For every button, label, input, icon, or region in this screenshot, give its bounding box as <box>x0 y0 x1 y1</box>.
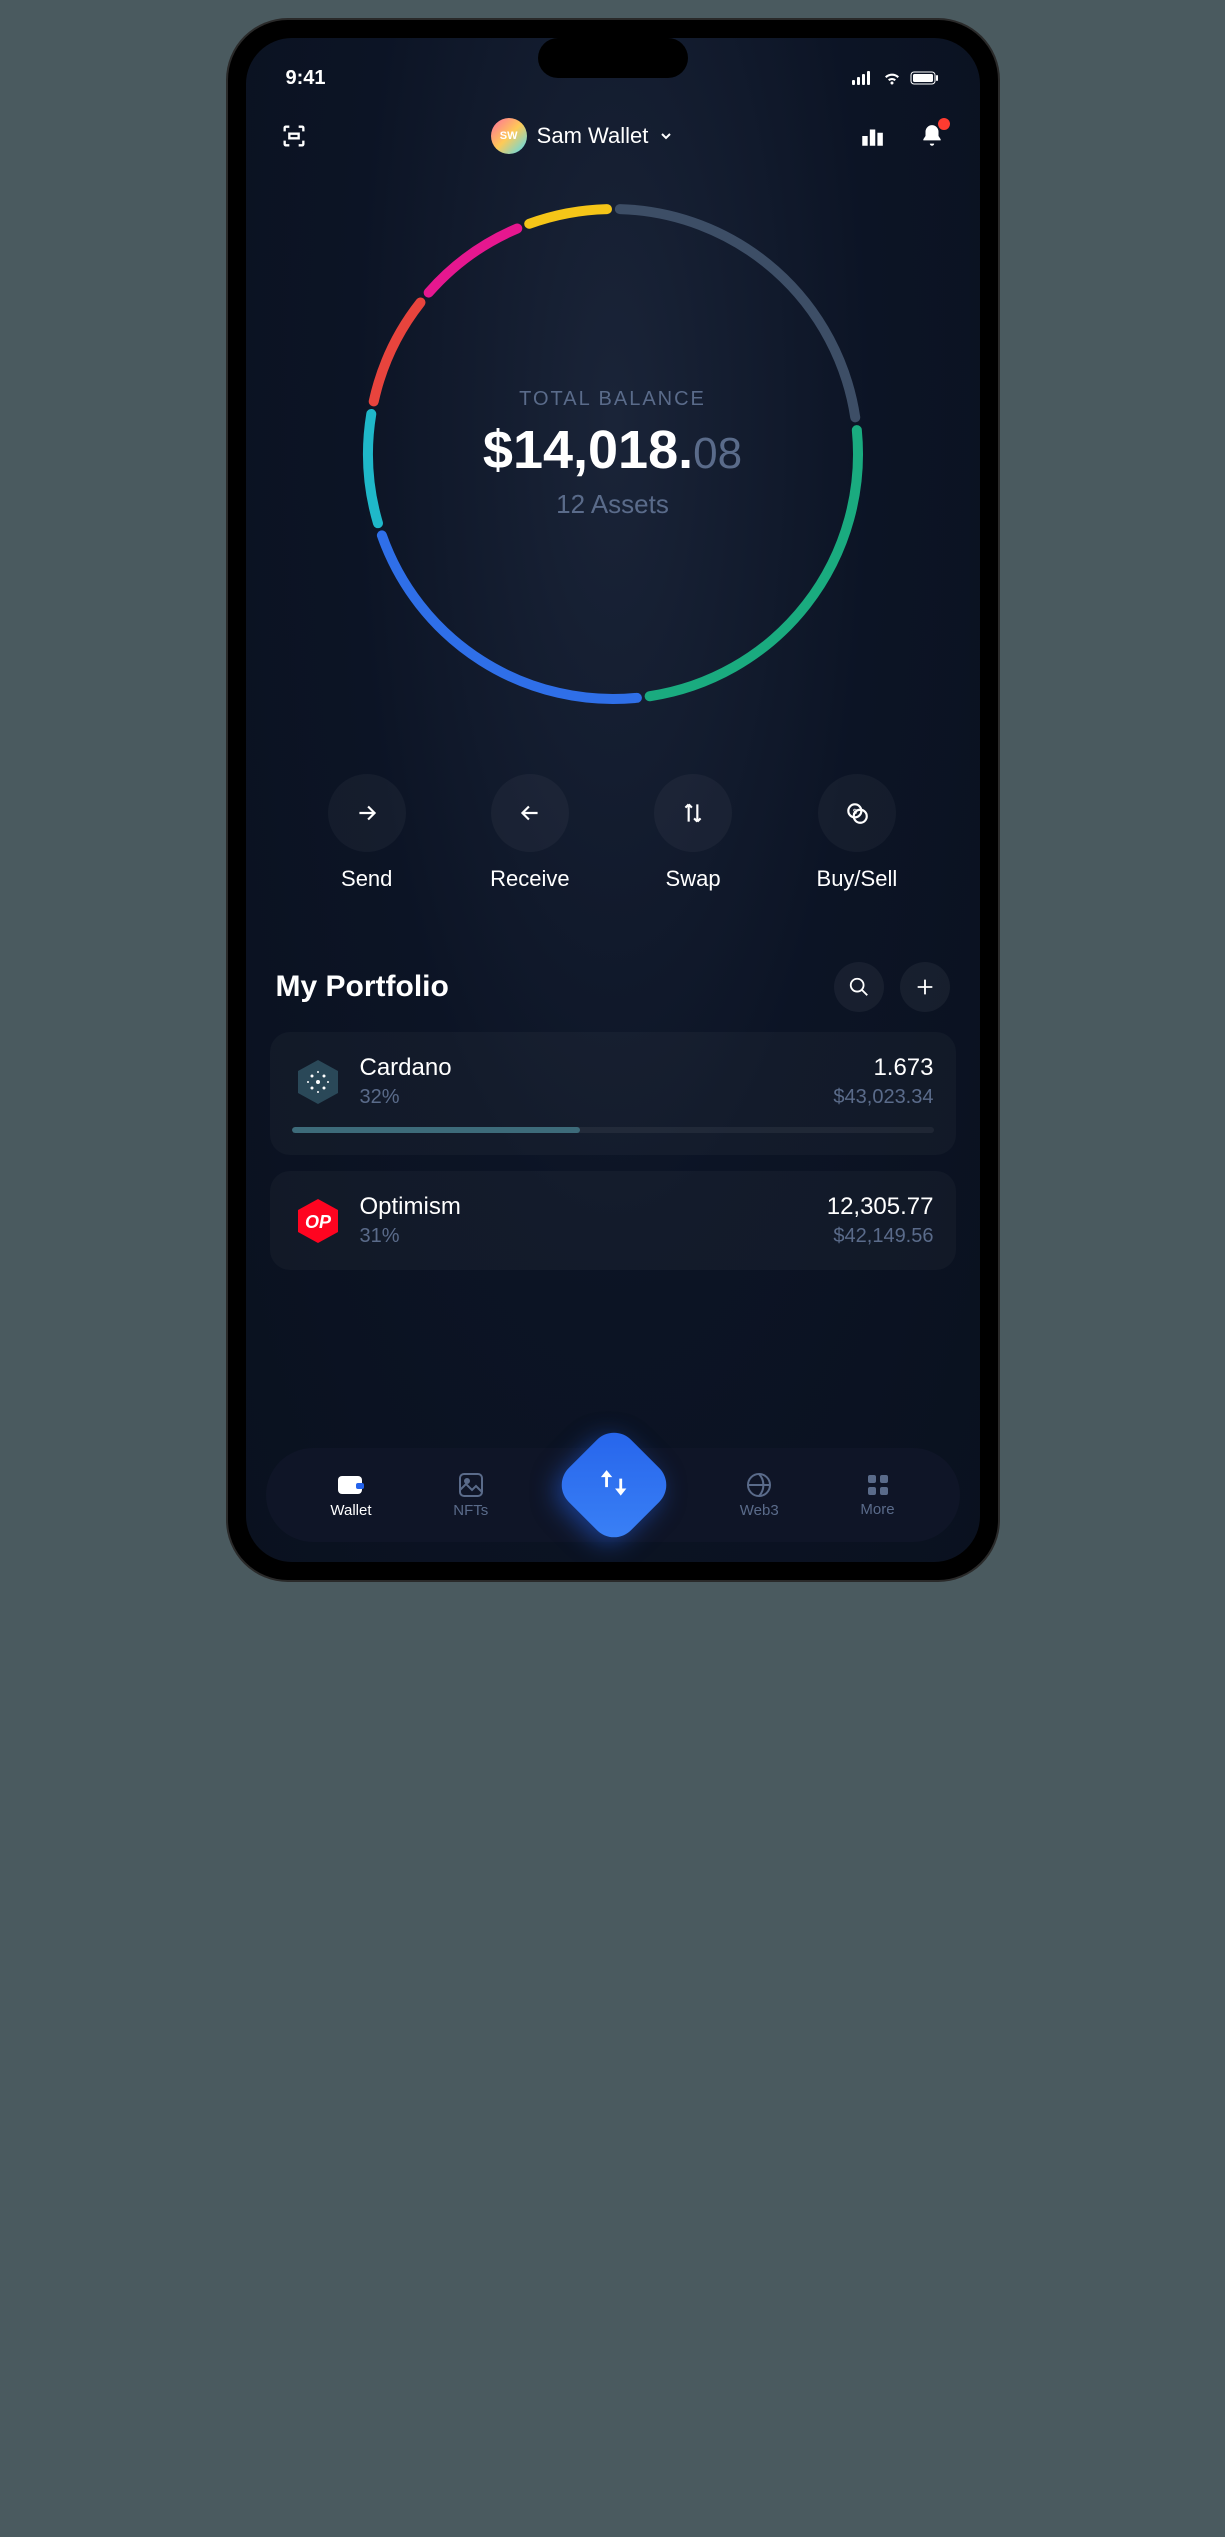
add-button[interactable] <box>900 962 950 1012</box>
balance-label: TOTAL BALANCE <box>483 388 742 411</box>
assets-count: 12 Assets <box>483 489 742 520</box>
bar-chart-icon <box>859 123 885 149</box>
wallet-name: Sam Wallet <box>537 123 649 149</box>
asset-name: Optimism <box>360 1193 811 1221</box>
search-icon <box>848 976 870 998</box>
asset-fiat: $43,023.34 <box>833 1086 933 1109</box>
asset-name: Cardano <box>360 1054 818 1082</box>
action-swap[interactable]: Swap <box>654 774 732 892</box>
status-time: 9:41 <box>286 67 326 90</box>
action-buy-sell[interactable]: $Buy/Sell <box>817 774 898 892</box>
scan-icon <box>280 122 308 150</box>
app-header: SW Sam Wallet <box>246 98 980 174</box>
asset-fiat: $42,149.56 <box>827 1225 934 1248</box>
portfolio-header: My Portfolio <box>246 932 980 1032</box>
tab-wallet[interactable]: Wallet <box>330 1472 371 1519</box>
asset-card-cardano[interactable]: Cardano 32% 1.673 $43,023.34 <box>270 1032 956 1155</box>
balance-donut-section: TOTAL BALANCE $14,018.08 12 Assets <box>246 174 980 744</box>
asset-card-optimism[interactable]: OP Optimism 31% 12,305.77 $42,149.56 <box>270 1171 956 1270</box>
svg-text:OP: OP <box>304 1212 331 1232</box>
notifications-button[interactable] <box>914 118 950 154</box>
phone-frame: 9:41 SW Sam Wallet <box>228 20 998 1580</box>
coin-stack-icon: $ <box>818 774 896 852</box>
notch <box>538 38 688 78</box>
balance-center: TOTAL BALANCE $14,018.08 12 Assets <box>483 388 742 520</box>
optimism-logo-icon: OP <box>292 1195 344 1247</box>
arrow-left-icon <box>491 774 569 852</box>
action-receive[interactable]: Receive <box>490 774 569 892</box>
wifi-icon <box>882 71 902 85</box>
swap-fab[interactable] <box>552 1423 676 1547</box>
avatar: SW <box>491 118 527 154</box>
chevron-down-icon <box>658 128 674 144</box>
globe-icon <box>746 1472 772 1498</box>
arrows-updown-icon <box>654 774 732 852</box>
asset-amount: 1.673 <box>833 1054 933 1082</box>
action-send[interactable]: Send <box>328 774 406 892</box>
plus-icon <box>914 976 936 998</box>
status-indicators <box>852 71 940 85</box>
signal-icon <box>852 71 874 85</box>
wallet-selector[interactable]: SW Sam Wallet <box>491 118 675 154</box>
cardano-logo-icon <box>292 1056 344 1108</box>
tab-nfts[interactable]: NFTs <box>453 1472 488 1519</box>
tab-more[interactable]: More <box>860 1473 894 1518</box>
wallet-icon <box>336 1472 366 1498</box>
balance-amount: $14,018.08 <box>483 419 742 481</box>
arrow-right-icon <box>328 774 406 852</box>
chart-button[interactable] <box>854 118 890 154</box>
asset-progress <box>292 1127 934 1133</box>
grid-icon <box>866 1473 890 1497</box>
battery-icon <box>910 71 940 85</box>
scan-button[interactable] <box>276 118 312 154</box>
swap-fab-icon <box>597 1466 631 1500</box>
asset-percent: 31% <box>360 1225 811 1248</box>
quick-actions: Send Receive Swap $Buy/Sell <box>246 744 980 932</box>
image-icon <box>458 1472 484 1498</box>
asset-list: Cardano 32% 1.673 $43,023.34 OP Optimism 31% 12… <box>246 1032 980 1270</box>
screen: 9:41 SW Sam Wallet <box>246 38 980 1562</box>
notification-badge <box>938 118 950 130</box>
asset-amount: 12,305.77 <box>827 1193 934 1221</box>
asset-percent: 32% <box>360 1086 818 1109</box>
portfolio-title: My Portfolio <box>276 970 449 1004</box>
search-button[interactable] <box>834 962 884 1012</box>
tab-web3[interactable]: Web3 <box>740 1472 779 1519</box>
tab-bar: Wallet NFTs Web3 More <box>266 1448 960 1542</box>
